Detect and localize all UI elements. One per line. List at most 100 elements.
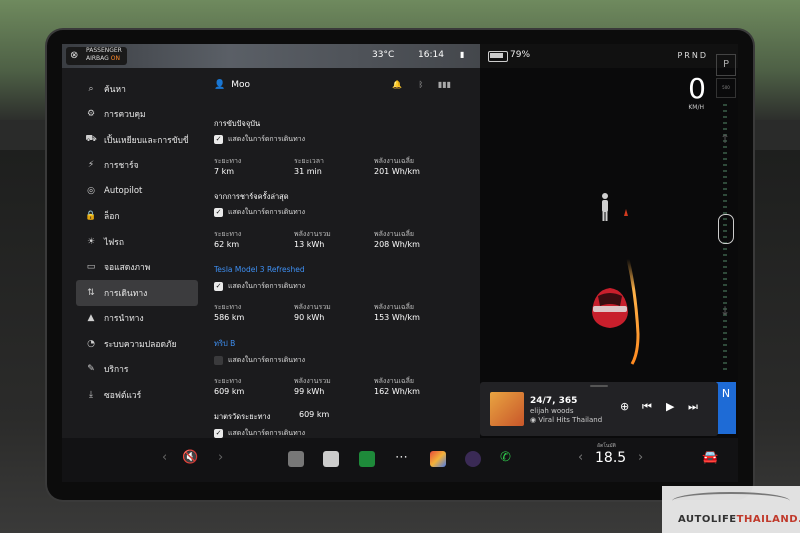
more-apps-icon[interactable]: ⋯	[395, 450, 408, 465]
car-icon[interactable]: 🚘	[702, 450, 718, 465]
phone-icon[interactable]: ✆	[500, 450, 511, 465]
nav-item-service[interactable]: ✎ บริการ	[76, 357, 198, 383]
check-icon: ✓	[214, 135, 223, 144]
energy-app-icon[interactable]	[359, 451, 375, 467]
cabin-temperature[interactable]: 18.5	[595, 450, 626, 466]
checkbox-label: แสดงในการ์ดการเดินทาง	[228, 135, 306, 143]
nav-item-controls[interactable]: ⚙ การควบคุม	[76, 102, 198, 128]
outside-temperature: 33°C	[372, 50, 395, 60]
nav-item-label: Autopilot	[104, 185, 143, 196]
watermark-text-a: AUTOLIFE	[678, 514, 737, 525]
speed-value: 0	[688, 72, 706, 105]
media-player[interactable]: 24/7, 365 elijah woods ◉ Viral Hits Thai…	[480, 382, 718, 436]
calendar-app-icon[interactable]	[323, 451, 339, 467]
bluetooth-icon[interactable]: ᛒ	[419, 80, 424, 89]
map-strip[interactable]: ⊗ PASSENGER AIRBAG ON 33°C 16:14 ▮	[62, 44, 480, 68]
search-icon: ⌕	[88, 83, 94, 94]
nav-item-search[interactable]: ⌕ ค้นหา	[76, 76, 198, 102]
nav-item-label: การนำทาง	[104, 314, 144, 325]
label-total-energy: พลังงานรวม	[294, 303, 331, 311]
label-distance: ระยะทาง	[214, 377, 242, 385]
label-avg-energy: พลังงานเฉลี่ย	[374, 303, 415, 311]
checkbox-current-drive[interactable]: ✓ แสดงในการ์ดการเดินทาง	[214, 134, 305, 145]
checkbox-label: แสดงในการ์ดการเดินทาง	[228, 208, 306, 216]
neutral-gear-indicator[interactable]: N	[716, 382, 736, 434]
play-icon[interactable]: ▶	[666, 400, 674, 413]
add-icon[interactable]: ⊕	[620, 400, 629, 413]
toggle-icon: ⚙	[86, 109, 96, 120]
climate-label: อัตโนมัติ	[597, 443, 616, 449]
driver-profile[interactable]: 👤 Moo	[214, 80, 250, 90]
display-icon: ▭	[86, 262, 96, 273]
drag-handle[interactable]	[590, 385, 608, 387]
checkbox-vehicle[interactable]: ✓ แสดงในการ์ดการเดินทาง	[214, 281, 305, 292]
nav-item-safety[interactable]: ◔ ระบบความปลอดภัย	[76, 331, 198, 357]
song-title: 24/7, 365	[530, 396, 578, 406]
arrow-down-icon[interactable]: ↓	[720, 304, 730, 318]
driver-name: Moo	[231, 80, 250, 90]
touchscreen: ⊗ PASSENGER AIRBAG ON 33°C 16:14 ▮ ⌕ ค้นห…	[62, 44, 738, 482]
watermark-text-b: THAILAND.TV	[736, 514, 800, 525]
gear-small-label: 500	[716, 78, 736, 98]
trips-icon: ⇅	[87, 287, 95, 298]
nav-item-locks[interactable]: 🔒 ล็อก	[76, 204, 198, 230]
song-artist: elijah woods	[530, 407, 574, 415]
nav-item-label: การชาร์จ	[104, 161, 139, 172]
nav-item-label: การควบคุม	[104, 110, 146, 121]
check-icon: ✓	[214, 208, 223, 217]
lte-signal-icon: ▮▮▮	[437, 80, 452, 89]
car-outline-logo	[672, 492, 790, 510]
nav-item-display[interactable]: ▭ จอแสดงภาพ	[76, 255, 198, 281]
section-title-trip-b[interactable]: ทริป B	[214, 338, 235, 350]
previous-track-icon[interactable]: ⏮	[642, 400, 652, 414]
airbag-line1: PASSENGER	[86, 47, 122, 54]
checkbox-odometer[interactable]: ✓ แสดงในการ์ดการเดินทาง	[214, 428, 305, 438]
passenger-airbag-indicator: ⊗ PASSENGER AIRBAG ON	[66, 47, 127, 65]
pedestrian-icon	[602, 193, 608, 221]
value-duration: 31 min	[294, 167, 322, 176]
nav-item-label: ซอฟต์แวร์	[104, 390, 142, 401]
nav-item-navigation[interactable]: ▲ การนำทาง	[76, 306, 198, 332]
nav-item-autopilot[interactable]: ◎ Autopilot	[76, 178, 198, 204]
arrow-up-icon[interactable]: ↑	[720, 132, 730, 146]
car-icon: ⛟	[85, 134, 97, 145]
label-avg-energy: พลังงานเฉลี่ย	[374, 377, 415, 385]
trips-panel: 👤 Moo 🔔 ᛒ ▮▮▮ การขับปัจจุบัน ✓ แสดงในการ์…	[214, 76, 464, 438]
section-title-current-drive: การขับปัจจุบัน	[214, 119, 261, 128]
next-track-icon[interactable]: ⏭	[688, 400, 698, 414]
checkbox-label: แสดงในการ์ดการเดินทาง	[228, 356, 306, 364]
checkbox-trip-b[interactable]: แสดงในการ์ดการเดินทาง	[214, 355, 305, 366]
chevron-right-icon[interactable]: ›	[218, 450, 223, 465]
nav-item-charging[interactable]: ⚡ การชาร์จ	[76, 153, 198, 179]
site-watermark: AUTOLIFETHAILAND.TV	[662, 486, 800, 533]
chevron-left-icon[interactable]: ‹	[578, 450, 583, 465]
user-icon: 👤	[214, 80, 226, 90]
steering-wheel-icon: ◎	[87, 185, 95, 196]
checkbox-since-charge[interactable]: ✓ แสดงในการ์ดการเดินทาง	[214, 207, 305, 218]
check-icon: ✓	[214, 429, 223, 438]
section-title-vehicle[interactable]: Tesla Model 3 Refreshed	[214, 265, 305, 274]
lane-line	[626, 258, 640, 365]
chevron-left-icon[interactable]: ‹	[162, 450, 167, 465]
nav-item-software[interactable]: ⤓ ซอฟต์แวร์	[76, 382, 198, 408]
nav-item-trips[interactable]: ⇅ การเดินทาง	[76, 280, 198, 306]
value-total-energy: 99 kWh	[294, 387, 325, 396]
chevron-right-icon[interactable]: ›	[638, 450, 643, 465]
nav-item-label: เปิ้นเหยียบและการขับขี่	[104, 135, 189, 146]
toybox-app-icon[interactable]	[288, 451, 304, 467]
nav-item-lights[interactable]: ☀ ไฟรถ	[76, 229, 198, 255]
bottom-dock: ‹ 🔇 › ⋯ ✆ ‹ อัตโนมัติ 18.5 › 🚘	[62, 438, 738, 482]
value-distance: 609 km	[214, 387, 245, 396]
camera-app-icon[interactable]	[465, 451, 481, 467]
watermark-text: AUTOLIFETHAILAND.TV	[678, 514, 800, 525]
music-source: ◉ Viral Hits Thailand	[530, 416, 602, 424]
volume-mute-icon[interactable]: 🔇	[182, 450, 198, 465]
photo-app-icon[interactable]	[430, 451, 446, 467]
driving-visualization: 79% PRND 0 KM/H P 500 ↑ ↓ N 24/7, 365 el…	[480, 44, 738, 482]
nav-item-pedals-steering[interactable]: ⛟ เปิ้นเหยียบและการขับขี่	[76, 127, 198, 153]
download-icon: ⤓	[89, 389, 93, 400]
value-total-energy: 13 kWh	[294, 240, 325, 249]
park-button[interactable]: P	[716, 54, 736, 76]
bell-icon[interactable]: 🔔	[392, 80, 402, 89]
nav-item-label: จอแสดงภาพ	[104, 263, 151, 274]
